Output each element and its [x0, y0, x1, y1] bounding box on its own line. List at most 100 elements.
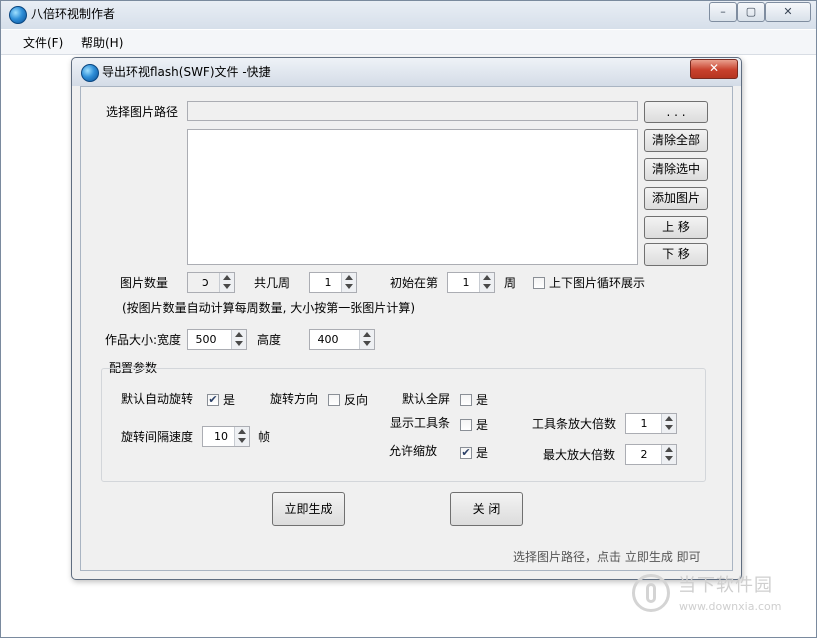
cursor-glyph-icon: ↄ: [202, 275, 209, 289]
size-width-label: 作品大小:宽度: [105, 333, 182, 347]
spin-up-icon: [235, 332, 243, 337]
watermark-url: www.downxia.com: [679, 600, 782, 613]
minimize-button[interactable]: –: [709, 2, 737, 22]
dialog-titlebar[interactable]: 导出环视flash(SWF)文件 -快捷 ✕: [72, 58, 741, 86]
toolbar-label: 显示工具条: [390, 416, 451, 430]
menubar: 文件(F) 帮助(H): [1, 30, 816, 55]
image-count-spinner[interactable]: ↄ: [187, 272, 235, 293]
fullscreen-text: 是: [476, 393, 489, 407]
spin-down-icon: [223, 284, 231, 289]
spin-up-icon: [363, 332, 371, 337]
app-title: 八倍环视制作者: [31, 7, 116, 21]
watermark-cn: 当下软件园: [678, 575, 773, 596]
interval-spin-buttons[interactable]: [234, 427, 249, 446]
weeks-value: 1: [324, 276, 332, 289]
toolbar-checkbox[interactable]: [460, 419, 472, 431]
spin-down-icon: [665, 456, 673, 461]
auto-rotate-label: 默认自动旋转: [121, 392, 194, 406]
app-globe-icon: [9, 6, 27, 24]
spin-down-icon: [235, 341, 243, 346]
weeks-label: 共几周: [254, 276, 291, 290]
interval-unit: 帧: [258, 430, 271, 444]
dialog-body: 选择图片路径 . . . 清除全部 清除选中 添加图片 上 移 下 移 图片数量…: [80, 86, 733, 571]
export-dialog: 导出环视flash(SWF)文件 -快捷 ✕ 选择图片路径 . . . 清除全部…: [71, 57, 742, 580]
path-label: 选择图片路径: [106, 105, 179, 119]
main-titlebar[interactable]: 八倍环视制作者 – ▢ ✕: [1, 1, 816, 29]
hint-text: (按图片数量自动计算每周数量, 大小按第一张图片计算): [122, 301, 415, 315]
spin-down-icon: [363, 341, 371, 346]
move-down-button[interactable]: 下 移: [644, 243, 708, 266]
weeks-spinner[interactable]: 1: [309, 272, 357, 293]
start-unit: 周: [504, 276, 517, 290]
dialog-title: 导出环视flash(SWF)文件 -快捷: [102, 65, 271, 79]
clear-selected-button[interactable]: 清除选中: [644, 158, 708, 181]
max-zoom-spinner[interactable]: 2: [625, 444, 677, 465]
reverse-text: 反向: [344, 393, 369, 407]
menu-file[interactable]: 文件(F): [23, 34, 63, 51]
spin-up-icon: [665, 447, 673, 452]
clear-all-button[interactable]: 清除全部: [644, 129, 708, 152]
auto-rotate-checkbox[interactable]: ✔: [207, 394, 219, 406]
toolbar-zoom-value: 1: [640, 417, 648, 430]
dialog-globe-icon: [81, 64, 99, 82]
interval-value: 10: [214, 430, 228, 443]
config-group: 默认自动旋转 ✔ 是 旋转方向 反向 默认全屏 是 显示工具条 是 工具条放大倍…: [101, 368, 706, 482]
spin-up-icon: [483, 275, 491, 280]
maximize-button[interactable]: ▢: [737, 2, 765, 22]
close-dialog-button[interactable]: 关 闭: [450, 492, 523, 526]
generate-button[interactable]: 立即生成: [272, 492, 345, 526]
height-label: 高度: [257, 333, 282, 347]
height-spin-buttons[interactable]: [359, 330, 374, 349]
interval-spinner[interactable]: 10: [202, 426, 250, 447]
watermark-logo-icon: [632, 574, 670, 612]
image-count-spin-buttons[interactable]: [219, 273, 234, 292]
browse-button[interactable]: . . .: [644, 101, 708, 123]
loop-checkbox[interactable]: [533, 277, 545, 289]
status-text: 选择图片路径，点击 立即生成 即可: [513, 550, 701, 564]
height-spinner[interactable]: 400: [309, 329, 375, 350]
move-up-button[interactable]: 上 移: [644, 216, 708, 239]
interval-label: 旋转间隔速度: [121, 430, 194, 444]
toolbar-zoom-spinner[interactable]: 1: [625, 413, 677, 434]
toolbar-text: 是: [476, 418, 489, 432]
add-images-button[interactable]: 添加图片: [644, 187, 708, 210]
path-input[interactable]: [187, 101, 638, 121]
toolbar-zoom-label: 工具条放大倍数: [532, 417, 617, 431]
zoom-checkbox[interactable]: ✔: [460, 447, 472, 459]
image-list[interactable]: [187, 129, 638, 265]
zoom-text: 是: [476, 446, 489, 460]
start-spin-buttons[interactable]: [479, 273, 494, 292]
zoom-label: 允许缩放: [389, 444, 438, 458]
watermark-logo-inner: [646, 583, 656, 603]
spin-down-icon: [483, 284, 491, 289]
toolbar-zoom-spin-buttons[interactable]: [661, 414, 676, 433]
start-spinner[interactable]: 1: [447, 272, 495, 293]
direction-label: 旋转方向: [270, 392, 319, 406]
spin-down-icon: [665, 425, 673, 430]
start-value: 1: [462, 276, 470, 289]
height-value: 400: [317, 333, 339, 346]
spin-up-icon: [665, 416, 673, 421]
spin-down-icon: [238, 438, 246, 443]
max-zoom-label: 最大放大倍数: [543, 448, 616, 462]
spin-down-icon: [345, 284, 353, 289]
auto-rotate-text: 是: [223, 393, 236, 407]
fullscreen-checkbox[interactable]: [460, 394, 472, 406]
spin-up-icon: [345, 275, 353, 280]
image-count-label: 图片数量: [120, 276, 169, 290]
weeks-spin-buttons[interactable]: [341, 273, 356, 292]
width-value: 500: [195, 333, 217, 346]
max-zoom-spin-buttons[interactable]: [661, 445, 676, 464]
spin-up-icon: [238, 429, 246, 434]
max-zoom-value: 2: [640, 448, 648, 461]
width-spinner[interactable]: 500: [187, 329, 247, 350]
start-label: 初始在第: [390, 276, 439, 290]
dialog-close-button[interactable]: ✕: [690, 59, 738, 79]
close-window-button[interactable]: ✕: [765, 2, 811, 22]
fullscreen-label: 默认全屏: [402, 392, 451, 406]
loop-label: 上下图片循环展示: [549, 276, 646, 290]
width-spin-buttons[interactable]: [231, 330, 246, 349]
reverse-checkbox[interactable]: [328, 394, 340, 406]
menu-help[interactable]: 帮助(H): [81, 34, 123, 51]
spin-up-icon: [223, 275, 231, 280]
